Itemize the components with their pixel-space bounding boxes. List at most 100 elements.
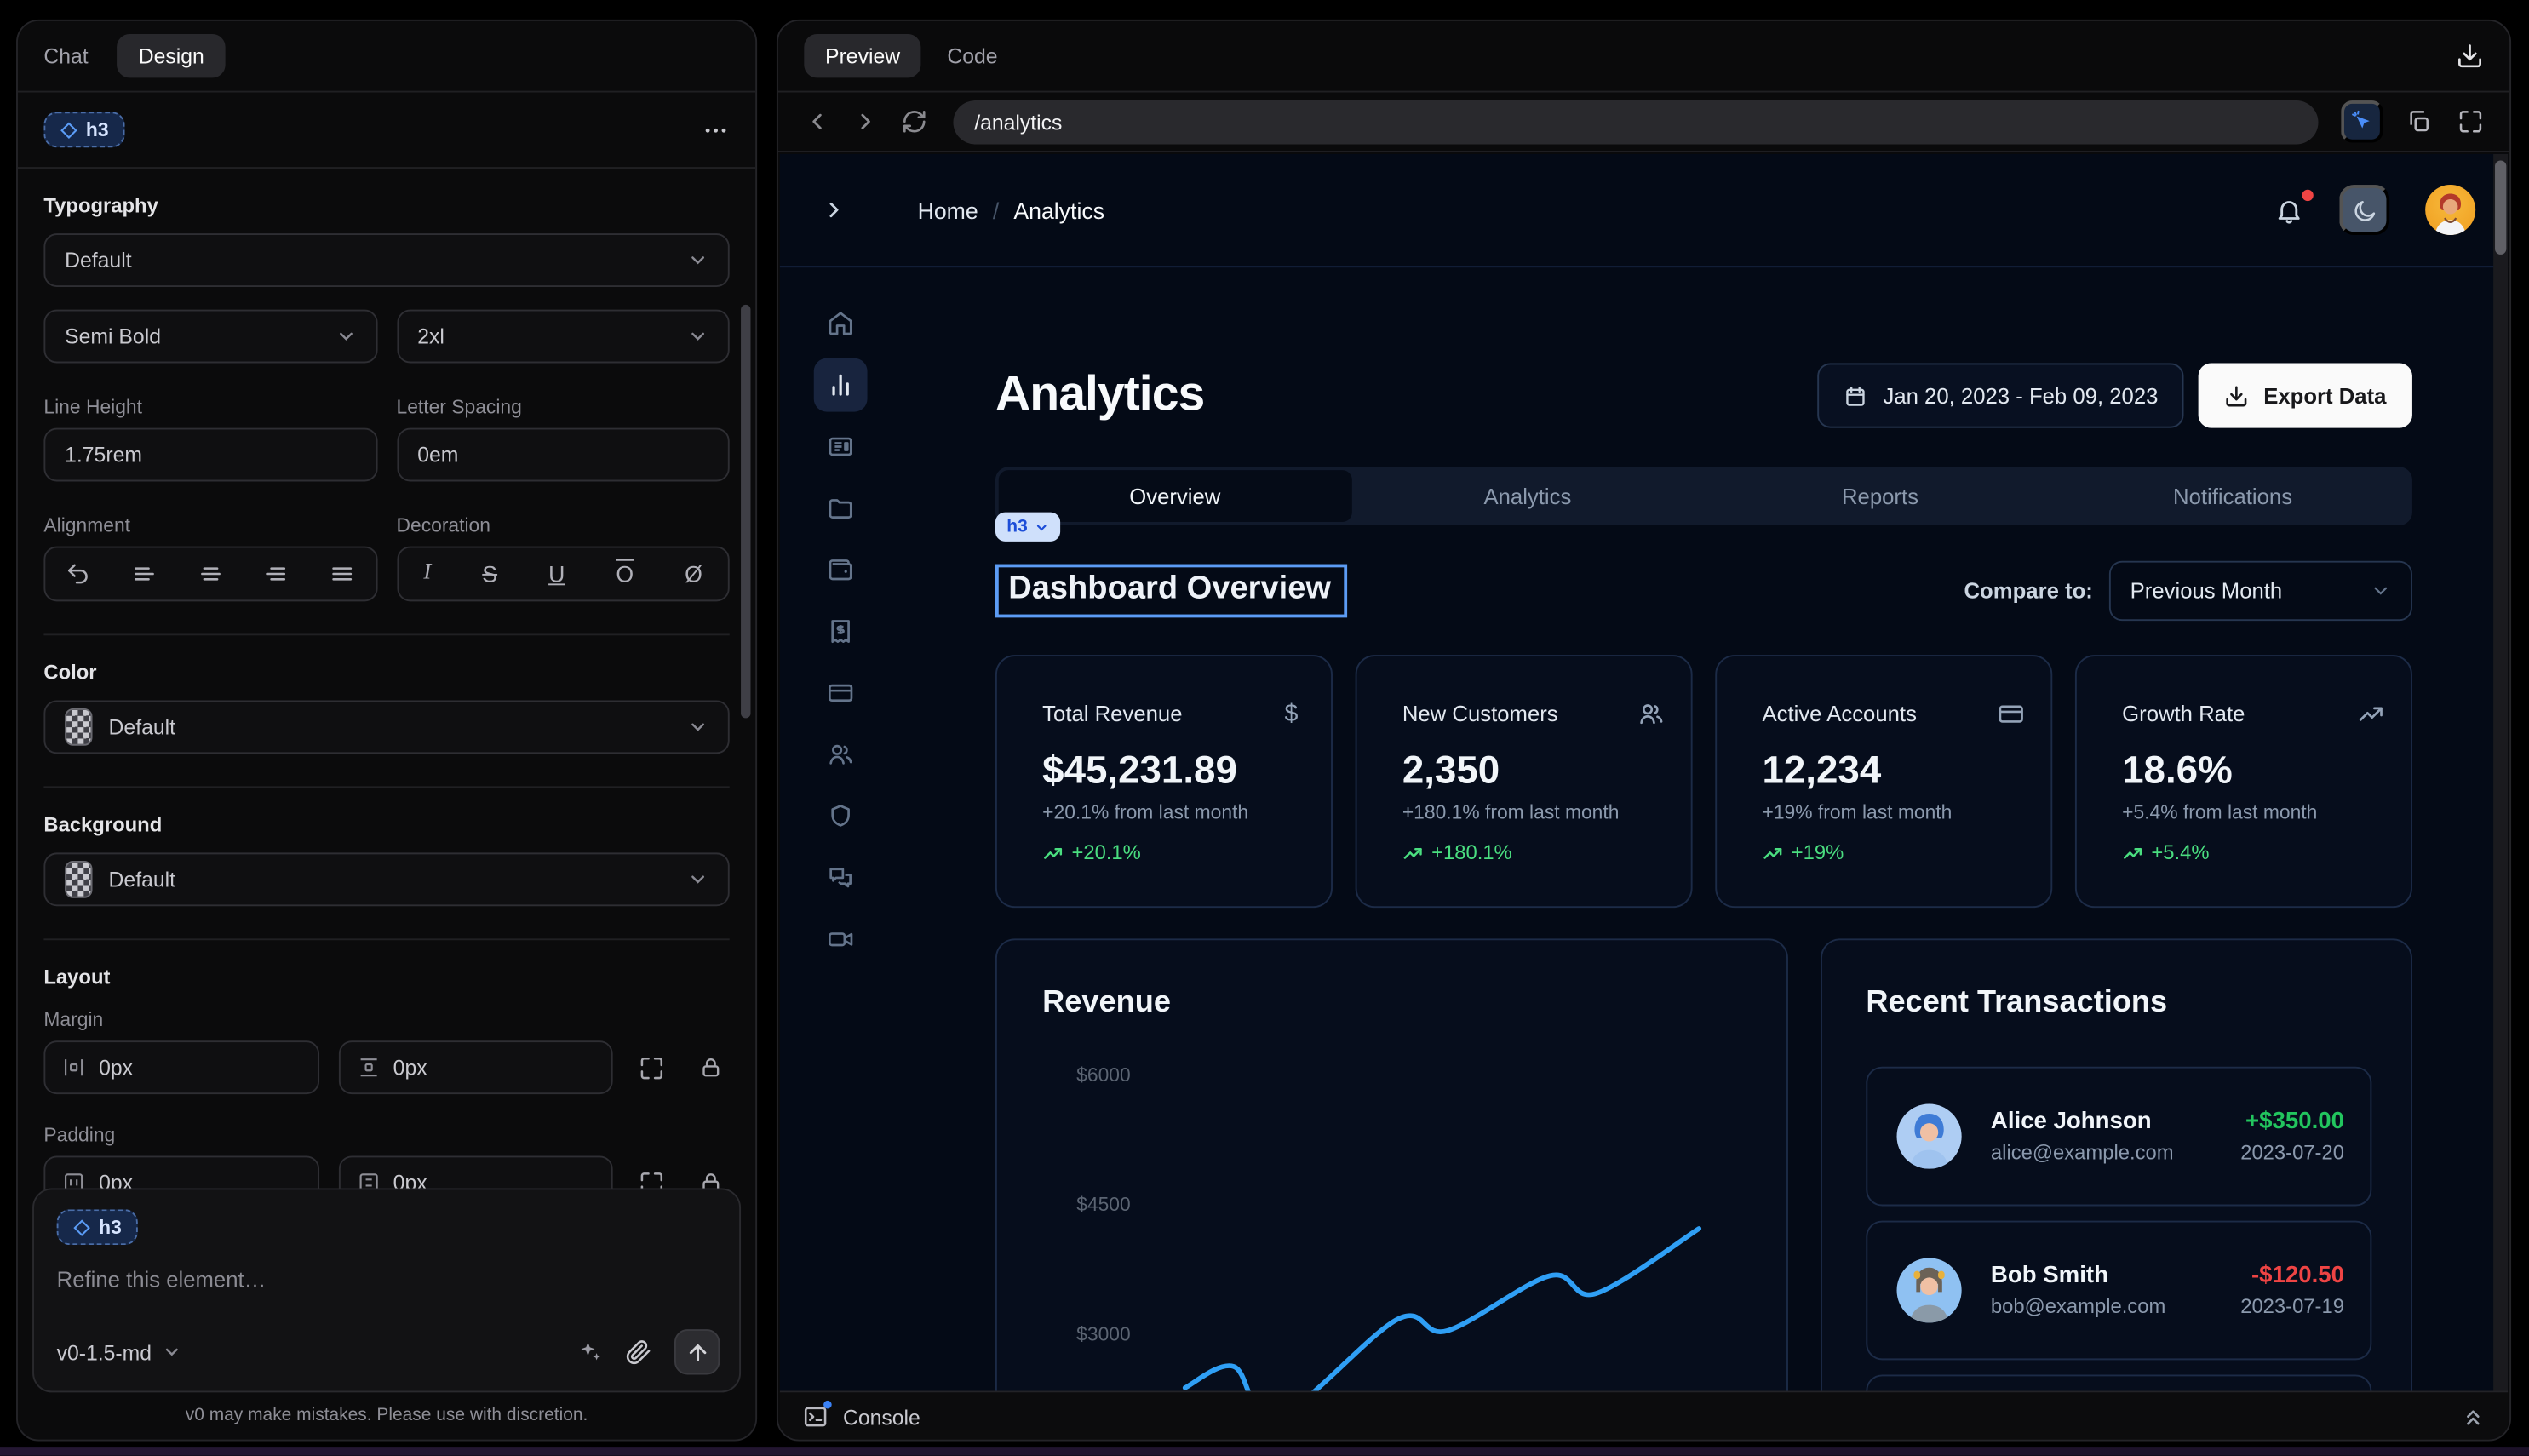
rail-files[interactable]: [814, 481, 868, 535]
forward-icon[interactable]: [852, 109, 878, 135]
selected-element-outline[interactable]: Dashboard Overview: [995, 564, 1347, 617]
rail-customers[interactable]: [814, 728, 868, 782]
revenue-line-chart: [997, 940, 1790, 1390]
padding-label: Padding: [43, 1123, 729, 1146]
no-decoration-icon[interactable]: Ø: [685, 561, 702, 587]
alignment-label: Alignment: [43, 514, 376, 537]
notifications-button[interactable]: [2274, 195, 2303, 224]
avatar-person-icon: [1897, 1104, 1962, 1169]
ellipsis-icon: [702, 116, 729, 143]
transaction-row[interactable]: Bob Smith bob@example.com -$120.50 2023-…: [1866, 1221, 2371, 1361]
rail-billing[interactable]: [814, 605, 868, 658]
fullscreen-icon: [2457, 109, 2483, 135]
transaction-row[interactable]: [1866, 1374, 2371, 1390]
font-size-select[interactable]: 2xl: [396, 310, 729, 364]
dashboard-navbar: Home / Analytics: [780, 154, 2509, 267]
v0-workspace: Chat Design h3 Typography Default: [0, 0, 2529, 1456]
undo-icon: [66, 561, 91, 587]
underline-icon[interactable]: U: [548, 561, 565, 587]
tab-chat[interactable]: Chat: [43, 43, 88, 68]
align-center-button[interactable]: [189, 553, 232, 595]
letter-spacing-input[interactable]: 0em: [396, 428, 729, 482]
rail-messages[interactable]: [814, 851, 868, 905]
strikethrough-icon[interactable]: S: [482, 561, 497, 587]
tab-design[interactable]: Design: [118, 34, 226, 77]
copy-preview-button[interactable]: [2406, 109, 2431, 135]
transaction-email: alice@example.com: [1991, 1141, 2174, 1164]
selection-tag[interactable]: h3: [995, 513, 1060, 542]
font-family-select[interactable]: Default: [43, 233, 729, 287]
credit-card-icon: [827, 679, 854, 707]
tab-analytics[interactable]: Analytics: [1351, 470, 1704, 522]
typography-section: Typography Default Semi Bold 2xl: [43, 169, 729, 635]
margin-x-input[interactable]: 0px: [43, 1040, 318, 1094]
users-icon: [1637, 700, 1665, 727]
overline-icon[interactable]: O: [616, 561, 634, 587]
trending-up-icon: [1762, 842, 1783, 863]
compare-select[interactable]: Previous Month: [2109, 560, 2412, 620]
line-height-label: Line Height: [43, 396, 376, 419]
console-bar[interactable]: Console: [780, 1391, 2509, 1442]
rail-analytics[interactable]: [814, 358, 868, 412]
margin-expand-button[interactable]: [633, 1048, 672, 1087]
tab-preview[interactable]: Preview: [804, 34, 921, 77]
send-button[interactable]: [674, 1329, 720, 1374]
stat-subtitle: +20.1% from last month: [1042, 801, 1305, 824]
align-right-button[interactable]: [255, 553, 298, 595]
composer-input[interactable]: Refine this element…: [57, 1268, 717, 1293]
breadcrumb-home[interactable]: Home: [918, 197, 978, 222]
download-button[interactable]: [2456, 43, 2483, 70]
transparent-swatch-icon: [65, 861, 92, 898]
rail-home[interactable]: [814, 296, 868, 350]
reset-alignment-button[interactable]: [57, 553, 100, 595]
scrollbar-thumb[interactable]: [2495, 160, 2506, 254]
fullscreen-button[interactable]: [2457, 109, 2483, 135]
revenue-line: [1185, 1229, 1700, 1391]
copy-icon: [2406, 109, 2431, 135]
color-select[interactable]: Default: [43, 700, 729, 754]
export-data-button[interactable]: Export Data: [2199, 363, 2412, 427]
preview-url-bar: /analytics: [778, 93, 2509, 152]
arrow-up-icon: [685, 1340, 709, 1365]
panel-scrollbar[interactable]: [741, 305, 750, 718]
transaction-row[interactable]: Alice Johnson alice@example.com +$350.00…: [1866, 1067, 2371, 1207]
attach-file-button[interactable]: [626, 1339, 651, 1365]
model-selector[interactable]: v0-1.5-md: [57, 1340, 181, 1365]
composer-node-chip[interactable]: h3: [57, 1209, 138, 1245]
node-menu-button[interactable]: [702, 116, 729, 143]
tab-reports[interactable]: Reports: [1704, 470, 2056, 522]
tab-notifications[interactable]: Notifications: [2056, 470, 2409, 522]
rail-cards[interactable]: [814, 666, 868, 719]
background-select[interactable]: Default: [43, 852, 729, 906]
rail-news[interactable]: [814, 420, 868, 473]
download-icon: [2224, 383, 2249, 408]
enhance-prompt-button[interactable]: [577, 1339, 603, 1365]
align-justify-button[interactable]: [321, 553, 364, 595]
transaction-amount: +$350.00: [2240, 1109, 2344, 1134]
font-weight-select[interactable]: Semi Bold: [43, 310, 376, 364]
sidebar-toggle-icon[interactable]: [822, 198, 846, 222]
refresh-icon[interactable]: [902, 109, 927, 135]
compare-label: Compare to:: [1964, 578, 2092, 603]
chevron-down-icon: [2370, 580, 2391, 601]
inspect-mode-button[interactable]: [2341, 100, 2383, 143]
user-avatar[interactable]: [2425, 185, 2475, 235]
rail-video[interactable]: [814, 913, 868, 966]
url-input[interactable]: /analytics: [953, 100, 2318, 143]
viewport-scrollbar[interactable]: [2493, 154, 2508, 1391]
italic-icon[interactable]: I: [423, 561, 431, 587]
console-expand-button[interactable]: [2461, 1405, 2486, 1430]
bell-icon: [2274, 195, 2303, 224]
line-height-input[interactable]: 1.75rem: [43, 428, 376, 482]
theme-toggle-button[interactable]: [2339, 185, 2389, 235]
margin-lock-button[interactable]: [691, 1048, 730, 1087]
rail-wallet[interactable]: [814, 543, 868, 597]
trending-up-icon: [2122, 842, 2143, 863]
align-left-button[interactable]: [123, 553, 166, 595]
tab-code[interactable]: Code: [947, 43, 997, 68]
margin-y-input[interactable]: 0px: [338, 1040, 613, 1094]
rail-security[interactable]: [814, 789, 868, 843]
date-range-button[interactable]: Jan 20, 2023 - Feb 09, 2023: [1816, 363, 2183, 427]
back-icon[interactable]: [804, 109, 829, 135]
selected-node-chip[interactable]: h3: [43, 112, 124, 147]
